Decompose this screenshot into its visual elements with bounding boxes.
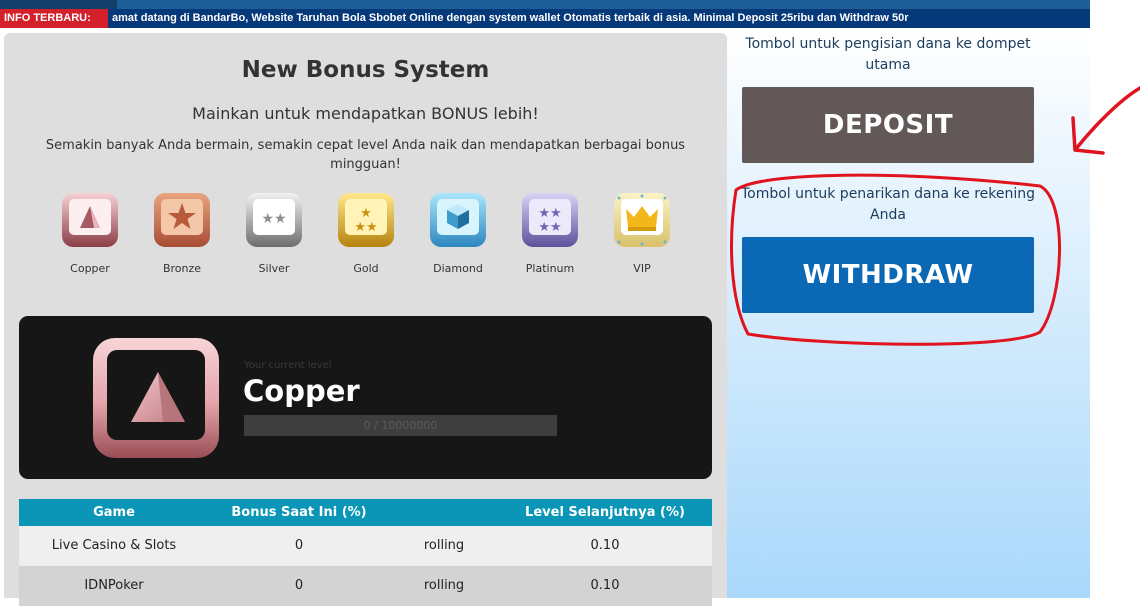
diamond-cube-icon [430, 193, 486, 247]
silver-stars-icon: ★★ [246, 193, 302, 247]
cell-next: 0.10 [590, 538, 620, 553]
svg-text:★★: ★★ [538, 220, 561, 235]
cell-type: rolling [423, 538, 465, 553]
header-next-level: Level Selanjutnya (%) [525, 505, 685, 520]
cell-bonus: 0 [294, 578, 304, 593]
svg-text:★★: ★★ [354, 220, 377, 235]
level-name: Bronze [162, 262, 202, 275]
cell-bonus: 0 [294, 538, 304, 553]
page-title: New Bonus System [241, 57, 490, 83]
table-row: IDNPoker 0 rolling 0.10 [19, 566, 712, 606]
level-name: VIP [633, 262, 651, 275]
news-ticker: INFO TERBARU: amat datang di BandarBo, W… [0, 9, 1090, 28]
bonus-subtitle: Mainkan untuk mendapatkan BONUS lebih! [192, 104, 539, 123]
level-name: Copper [70, 262, 110, 275]
cell-next: 0.10 [590, 578, 620, 593]
level-name: Diamond [433, 262, 483, 275]
svg-text:★★: ★★ [261, 211, 286, 227]
current-level-card: Your current level Copper 0 / 10000000 [19, 316, 712, 479]
level-item-gold: ★ ★★ Gold [336, 192, 396, 275]
level-item-diamond: Diamond [428, 192, 488, 275]
level-name: Silver [258, 262, 290, 275]
header-game: Game [93, 505, 135, 520]
level-progress-text: 0 / 10000000 [363, 419, 438, 432]
level-item-copper: Copper [60, 192, 120, 275]
platinum-stars-icon: ★★ ★★ [522, 193, 578, 247]
deposit-hint: Tombol untuk pengisian dana ke dompet ut… [745, 36, 1031, 73]
table-row: Live Casino & Slots 0 rolling 0.10 [19, 526, 712, 566]
top-nav-bar [0, 0, 1090, 9]
svg-text:★: ★ [360, 206, 372, 221]
header-current-bonus: Bonus Saat Ini (%) [231, 505, 367, 520]
bronze-star-icon [154, 193, 210, 247]
level-item-platinum: ★★ ★★ Platinum [520, 192, 580, 275]
withdraw-button[interactable]: WITHDRAW [742, 237, 1034, 313]
level-name: Platinum [525, 262, 575, 275]
level-name: Gold [353, 262, 379, 275]
withdraw-hint: Tombol untuk penarikan dana ke rekening … [740, 186, 1036, 223]
table-header: Game Bonus Saat Ini (%) Level Selanjutny… [19, 499, 712, 526]
cell-game: Live Casino & Slots [51, 538, 177, 553]
level-progress-bar: 0 / 10000000 [244, 415, 557, 436]
top-nav-logo-area [0, 0, 117, 9]
ticker-text: amat datang di BandarBo, Website Taruhan… [112, 12, 909, 24]
level-item-silver: ★★ Silver [244, 192, 304, 275]
cell-game: IDNPoker [84, 578, 144, 593]
cell-type: rolling [423, 578, 465, 593]
bonus-description: Semakin banyak Anda bermain, semakin cep… [45, 138, 686, 172]
current-level-label: Your current level [244, 360, 332, 371]
level-item-vip: VIP [612, 192, 672, 275]
gold-stars-icon: ★ ★★ [338, 193, 394, 247]
copper-pyramid-icon [93, 338, 219, 458]
ticker-label: INFO TERBARU: [0, 9, 108, 28]
svg-text:★★: ★★ [538, 206, 561, 221]
current-level-name: Copper [243, 374, 360, 408]
copper-pyramid-icon [62, 193, 118, 247]
deposit-button[interactable]: DEPOSIT [742, 87, 1034, 163]
bonus-table: Game Bonus Saat Ini (%) Level Selanjutny… [19, 499, 712, 606]
vip-crown-icon [614, 193, 670, 247]
level-item-bronze: Bronze [152, 192, 212, 275]
